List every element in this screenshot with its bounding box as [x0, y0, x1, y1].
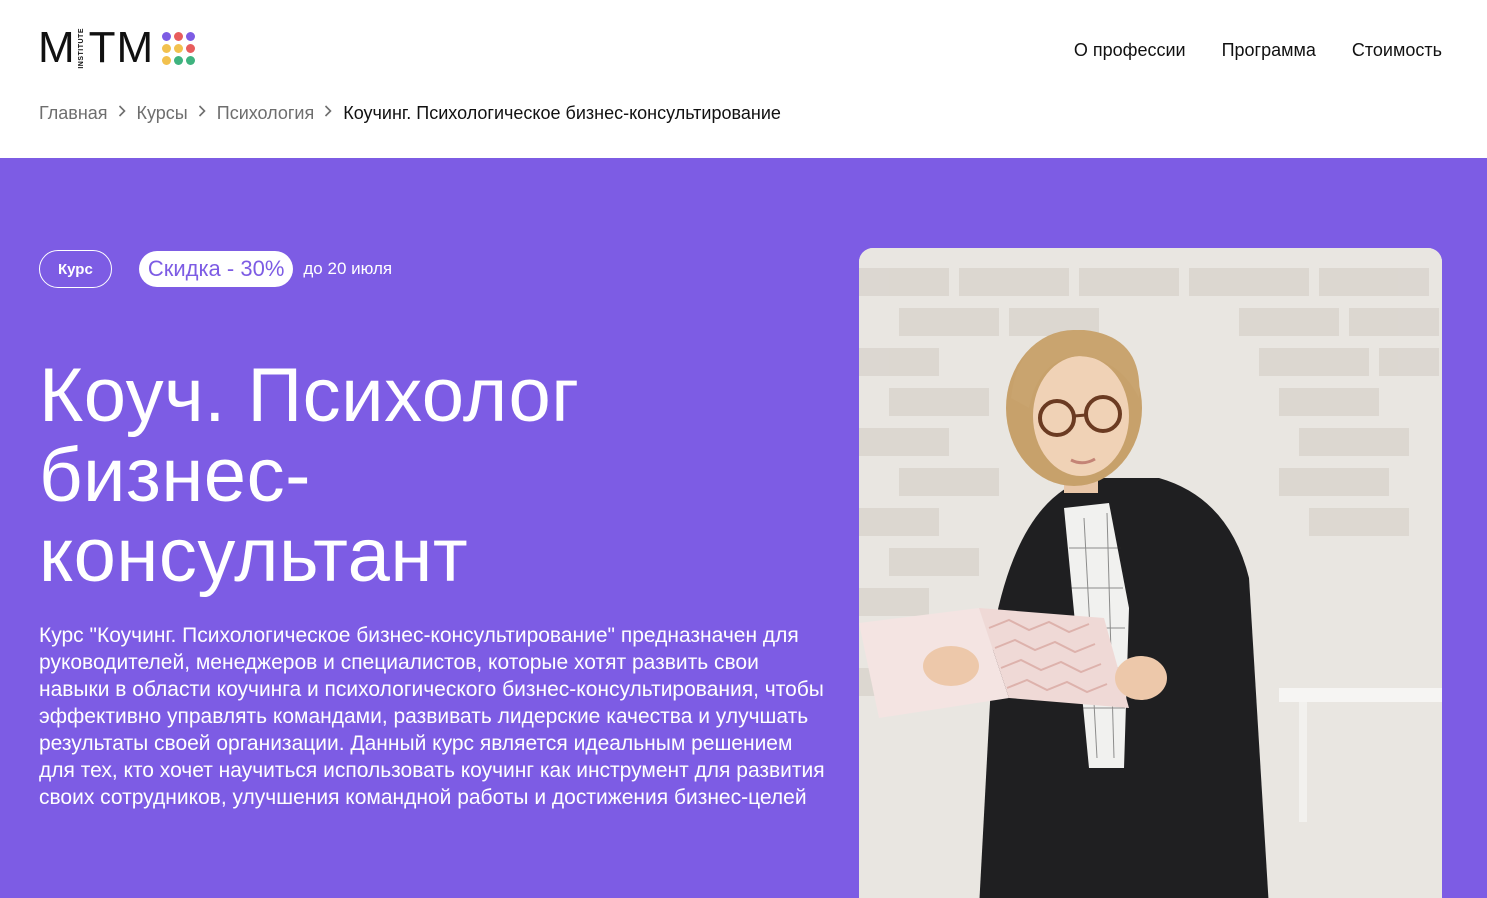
logo-dot	[162, 31, 172, 41]
logo-institute-text: INSTITUTE	[77, 27, 85, 69]
logo-dot	[186, 55, 196, 65]
chevron-right-icon	[324, 101, 332, 125]
logo-letter-m: M	[38, 23, 76, 72]
page-title: Коуч. Психолог бизнес- консультант	[39, 356, 799, 596]
woman-reading-book-image	[859, 248, 1442, 898]
nav-cost[interactable]: Стоимость	[1352, 38, 1442, 62]
title-line: Коуч. Психолог	[39, 353, 580, 438]
discount-badge: Скидка - 30%	[138, 251, 294, 287]
logo-dot	[174, 55, 184, 65]
main-nav: О профессии Программа Стоимость	[1074, 38, 1442, 62]
nav-about-profession[interactable]: О профессии	[1074, 38, 1186, 62]
course-badge: Курс	[39, 250, 112, 288]
breadcrumb-courses[interactable]: Курсы	[137, 101, 188, 125]
chevron-right-icon	[198, 101, 206, 125]
breadcrumb-home[interactable]: Главная	[39, 101, 108, 125]
logo-dots-icon	[162, 31, 196, 65]
breadcrumb-current: Коучинг. Психологическое бизнес-консульт…	[343, 103, 781, 123]
site-header: M INSTITUTE TM О профессии Программа Сто…	[0, 0, 1487, 158]
hero-photo	[859, 248, 1442, 898]
logo-dot	[186, 31, 196, 41]
logo-dot	[174, 43, 184, 53]
discount-deadline: до 20 июля	[303, 259, 393, 278]
chevron-right-icon	[118, 101, 126, 125]
logo-dot	[186, 43, 196, 53]
course-description: Курс "Коучинг. Психологическое бизнес-ко…	[39, 624, 825, 809]
logo-dot	[162, 43, 172, 53]
title-line: консультант	[39, 513, 469, 598]
breadcrumb: Главная Курсы Психология Коучинг. Психол…	[39, 101, 781, 125]
logo-dot	[162, 55, 172, 65]
hero-badges: Курс Скидка - 30% до 20 июля	[39, 250, 392, 288]
title-line: бизнес-	[39, 433, 311, 518]
logo-letters-tm: TM	[88, 23, 155, 72]
mitm-logo[interactable]: M INSTITUTE TM	[38, 23, 196, 72]
nav-program[interactable]: Программа	[1222, 38, 1316, 62]
logo-dot	[174, 31, 184, 41]
breadcrumb-psychology[interactable]: Психология	[217, 101, 315, 125]
hero-section: Курс Скидка - 30% до 20 июля Коуч. Психо…	[0, 158, 1487, 898]
